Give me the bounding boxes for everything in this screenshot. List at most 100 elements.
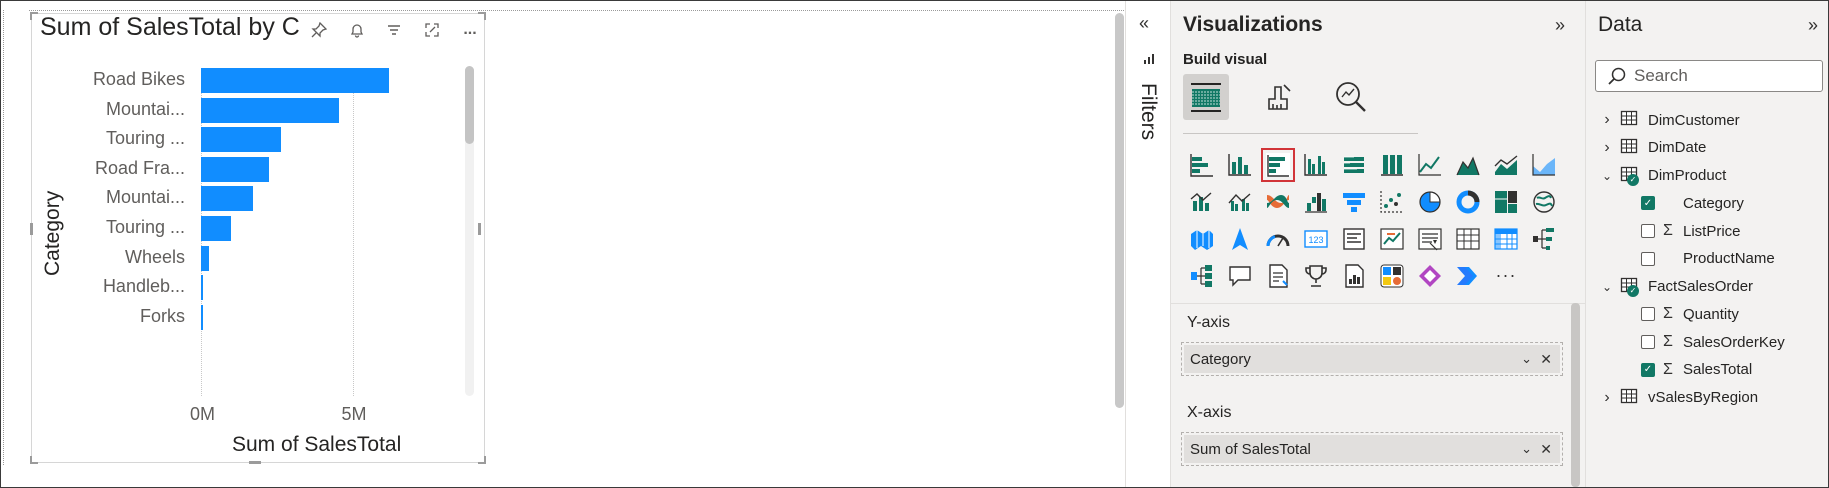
field-row-salestotal[interactable]: ✓ Σ SalesTotal (1641, 358, 1752, 382)
bar[interactable] (201, 156, 270, 182)
chevron-right-icon[interactable]: › (1600, 389, 1614, 407)
bar[interactable] (201, 275, 203, 301)
power-apps-icon[interactable] (1411, 257, 1449, 294)
bar[interactable] (201, 216, 231, 241)
table-node-dimdate[interactable]: › DimDate (1600, 136, 1706, 160)
field-row-productname[interactable]: ΣProductName (1641, 247, 1775, 271)
card-icon[interactable]: 123 (1297, 220, 1335, 257)
table-node-dimcustomer[interactable]: › DimCustomer (1600, 108, 1740, 132)
funnel-chart-icon[interactable] (1335, 183, 1373, 220)
canvas-scrollbar[interactable] (1115, 13, 1124, 408)
area-chart-icon[interactable] (1449, 146, 1487, 183)
table-node-dimproduct[interactable]: ⌄ ✓ DimProduct (1600, 164, 1726, 188)
remove-field-icon[interactable]: ✕ (1540, 441, 1552, 458)
paginated-report-icon[interactable] (1335, 257, 1373, 294)
expand-visualizations-icon[interactable]: » (1555, 15, 1565, 36)
resize-handle-bottom[interactable] (249, 461, 261, 464)
x-axis-well[interactable]: Sum of SalesTotal ⌄ ✕ (1181, 432, 1563, 466)
pie-chart-icon[interactable] (1411, 183, 1449, 220)
filters-label[interactable]: Filters (1136, 83, 1160, 140)
field-row-salesorderkey[interactable]: Σ SalesOrderKey (1641, 330, 1785, 354)
slicer-icon[interactable] (1411, 220, 1449, 257)
collapse-panes-icon[interactable]: « (1139, 13, 1149, 34)
more-options-icon[interactable]: ... (457, 17, 483, 43)
bar[interactable] (201, 68, 389, 93)
ribbon-area-icon[interactable] (1525, 146, 1563, 183)
trophy-icon[interactable] (1297, 257, 1335, 294)
bar[interactable] (201, 186, 253, 212)
treemap-icon[interactable] (1487, 183, 1525, 220)
field-checkbox[interactable] (1641, 251, 1655, 266)
power-automate-flow-icon[interactable] (1449, 257, 1487, 294)
chevron-right-icon[interactable]: › (1600, 111, 1614, 129)
qna-icon[interactable] (1221, 257, 1259, 294)
report-canvas[interactable]: Sum of SalesTotal by C ... Category 0M 5M… (1, 1, 1144, 487)
bell-icon[interactable] (344, 17, 370, 43)
multi-row-card-icon[interactable] (1335, 220, 1373, 257)
line-stacked-column-icon[interactable] (1183, 183, 1221, 220)
build-visual-tab[interactable] (1183, 74, 1229, 120)
field-checkbox[interactable] (1641, 335, 1655, 349)
ribbon-chart-icon[interactable] (1259, 183, 1297, 220)
data-search-box[interactable] (1595, 60, 1823, 92)
y-axis-field-pill[interactable]: Category ⌄ ✕ (1184, 345, 1560, 373)
chevron-down-icon[interactable]: ⌄ (1600, 169, 1614, 183)
clustered-bar-chart-icon[interactable] (1259, 146, 1297, 183)
gauge-icon[interactable] (1259, 220, 1297, 257)
clustered-column-chart-icon[interactable] (1297, 146, 1335, 183)
focus-mode-icon[interactable] (419, 17, 445, 43)
format-visual-tab[interactable] (1255, 74, 1301, 120)
expand-data-icon[interactable]: » (1808, 15, 1818, 36)
resize-handle-bottom-right[interactable] (478, 456, 486, 464)
field-row-category[interactable]: ✓ΣCategory (1641, 191, 1744, 215)
key-influencers-icon[interactable] (1183, 257, 1221, 294)
matrix-icon[interactable] (1487, 220, 1525, 257)
analytics-tab[interactable] (1328, 74, 1374, 120)
filter-icon[interactable] (381, 17, 407, 43)
table-node-vsalesbyregion[interactable]: › vSalesByRegion (1600, 386, 1758, 410)
wells-scrollbar[interactable] (1571, 303, 1580, 487)
resize-handle-right[interactable] (478, 223, 481, 235)
x-axis-field-pill[interactable]: Sum of SalesTotal ⌄ ✕ (1184, 435, 1560, 463)
y-axis-well[interactable]: Category ⌄ ✕ (1181, 342, 1563, 376)
filled-map-icon[interactable] (1183, 220, 1221, 257)
pin-icon[interactable] (306, 17, 332, 43)
map-icon[interactable] (1525, 183, 1563, 220)
field-checkbox[interactable]: ✓ (1641, 362, 1655, 377)
resize-handle-bottom-left[interactable] (30, 456, 38, 464)
bar[interactable] (201, 304, 203, 330)
bar[interactable] (201, 97, 339, 123)
line-clustered-column-icon[interactable] (1221, 183, 1259, 220)
filters-pane-collapsed[interactable]: « Filters (1125, 1, 1170, 487)
stacked-column-chart-icon[interactable] (1221, 146, 1259, 183)
decomposition-tree-icon[interactable] (1525, 220, 1563, 257)
field-row-listprice[interactable]: Σ ListPrice (1641, 219, 1741, 243)
azure-map-icon[interactable] (1221, 220, 1259, 257)
smart-narrative-icon[interactable] (1259, 257, 1297, 294)
chevron-down-icon[interactable]: ⌄ (1521, 441, 1532, 457)
stacked-bar-chart-icon[interactable] (1183, 146, 1221, 183)
field-checkbox[interactable] (1641, 224, 1655, 238)
100-stacked-bar-icon[interactable] (1335, 146, 1373, 183)
100-stacked-column-icon[interactable] (1373, 146, 1411, 183)
kpi-icon[interactable] (1373, 220, 1411, 257)
chevron-right-icon[interactable]: › (1600, 139, 1614, 157)
stacked-area-chart-icon[interactable] (1487, 146, 1525, 183)
table-icon[interactable] (1449, 220, 1487, 257)
bar[interactable] (201, 127, 282, 153)
waterfall-chart-icon[interactable] (1297, 183, 1335, 220)
donut-chart-icon[interactable] (1449, 183, 1487, 220)
more-visuals-icon[interactable]: ··· (1487, 257, 1525, 294)
field-checkbox[interactable]: ✓ (1641, 196, 1655, 211)
field-checkbox[interactable] (1641, 307, 1655, 322)
chevron-down-icon[interactable]: ⌄ (1600, 280, 1614, 294)
scatter-chart-icon[interactable] (1373, 183, 1411, 220)
power-automate-icon[interactable] (1373, 257, 1411, 294)
table-node-factsalesorder[interactable]: ⌄ ✓ FactSalesOrder (1600, 275, 1753, 299)
resize-handle-left[interactable] (30, 223, 33, 235)
chart-scrollbar-thumb[interactable] (465, 66, 474, 144)
chevron-down-icon[interactable]: ⌄ (1521, 351, 1532, 367)
line-chart-icon[interactable] (1411, 146, 1449, 183)
resize-handle-top-left[interactable] (30, 12, 38, 20)
filter-pane-icon[interactable] (1143, 53, 1155, 68)
